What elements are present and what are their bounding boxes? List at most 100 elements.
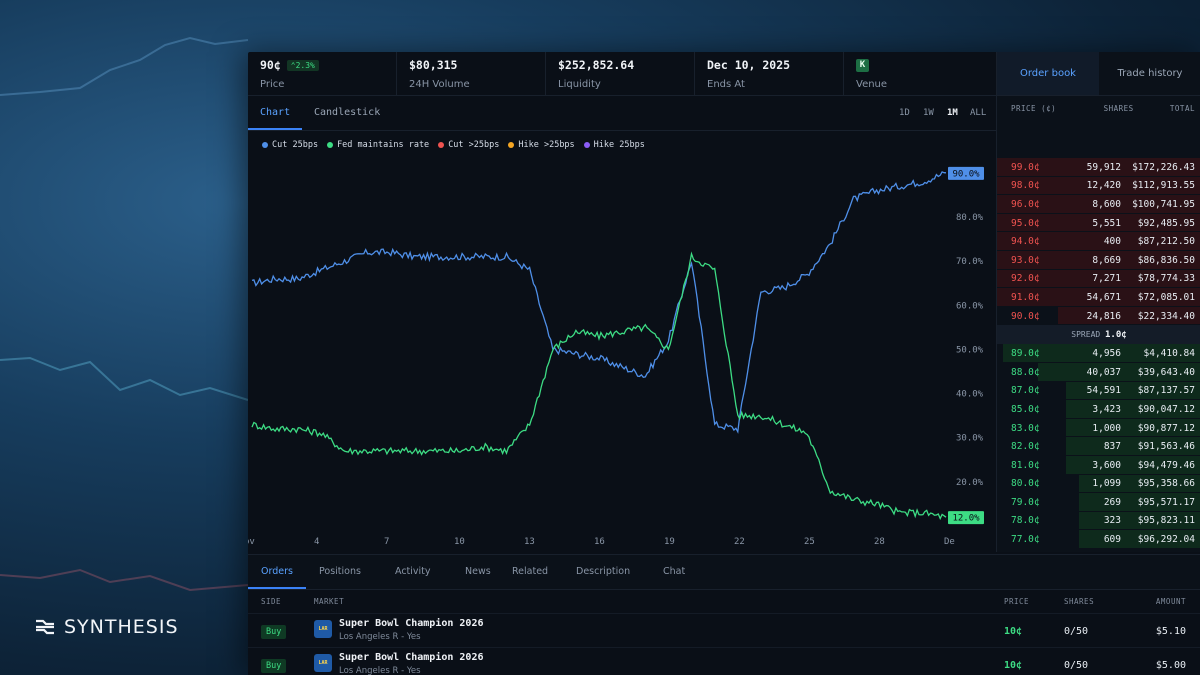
row-price: 98.0¢ xyxy=(1011,180,1040,192)
legend-label: Cut >25bps xyxy=(448,140,500,150)
range-1w[interactable]: 1W xyxy=(923,96,934,130)
row-price: 96.0¢ xyxy=(1011,198,1040,210)
stat-liquidity: $252,852.64 Liquidity xyxy=(546,52,695,95)
bid-row[interactable]: 89.0¢ 4,956 $4,410.84 xyxy=(997,344,1200,363)
market-app-window: 90¢ ⌃2.3% Price $80,315 24H Volume $252,… xyxy=(248,52,1200,675)
legend-label: Hike >25bps xyxy=(518,140,575,150)
legend-item[interactable]: Cut >25bps xyxy=(438,140,499,150)
row-total: $96,292.04 xyxy=(1137,534,1195,546)
y-tick-label: 20.0% xyxy=(956,478,984,488)
tab-chat[interactable]: Chat xyxy=(663,555,685,589)
legend-item[interactable]: Hike 25bps xyxy=(583,140,645,150)
row-total: $87,212.50 xyxy=(1137,236,1195,248)
range-1m[interactable]: 1M xyxy=(947,96,958,130)
order-book-tabs: Order book Trade history xyxy=(997,52,1200,96)
legend-item[interactable]: Fed maintains rate xyxy=(327,140,429,150)
bid-row[interactable]: 79.0¢ 269 $95,571.17 xyxy=(997,493,1200,512)
bid-row[interactable]: 81.0¢ 3,600 $94,479.46 xyxy=(997,455,1200,475)
ask-row[interactable]: 93.0¢ 8,669 $86,836.50 xyxy=(997,250,1200,270)
row-shares: 24,816 xyxy=(1086,310,1121,322)
price-value: 90¢ xyxy=(260,58,281,72)
ends-at-label: Ends At xyxy=(707,79,745,90)
row-shares: 54,591 xyxy=(1086,385,1121,397)
ask-row[interactable]: 91.0¢ 54,671 $72,085.01 xyxy=(997,288,1200,307)
header-shares: SHARES xyxy=(1103,103,1134,113)
liquidity-label: Liquidity xyxy=(558,79,601,90)
tab-trade-history[interactable]: Trade history xyxy=(1099,52,1200,95)
tab-order-book[interactable]: Order book xyxy=(997,52,1099,95)
ends-at-value: Dec 10, 2025 xyxy=(707,58,791,72)
market-name[interactable]: Super Bowl Champion 2026 xyxy=(339,652,484,663)
tab-orders[interactable]: Orders xyxy=(248,555,306,589)
tab-activity[interactable]: Activity xyxy=(395,555,431,589)
market-outcome: Los Angeles R - Yes xyxy=(339,632,421,642)
tab-news[interactable]: News xyxy=(465,555,491,589)
range-1d[interactable]: 1D xyxy=(899,96,910,130)
series-line xyxy=(251,251,947,521)
y-tick-label: 80.0% xyxy=(956,213,984,223)
row-shares: 59,912 xyxy=(1086,161,1121,173)
legend-dot-icon xyxy=(327,142,334,148)
order-price: 10¢ xyxy=(1004,626,1023,637)
ask-row[interactable]: 92.0¢ 7,271 $78,774.33 xyxy=(997,269,1200,289)
stat-ends-at: Dec 10, 2025 Ends At xyxy=(695,52,844,95)
ask-row[interactable]: 95.0¢ 5,551 $92,485.95 xyxy=(997,213,1200,233)
row-total: $172,226.43 xyxy=(1132,161,1195,173)
row-price: 81.0¢ xyxy=(1011,459,1040,471)
x-tick-label: De xyxy=(944,537,955,547)
y-tick-label: 50.0% xyxy=(956,345,984,355)
side-badge: Buy xyxy=(261,625,287,639)
side-badge: Buy xyxy=(261,659,287,673)
tab-description[interactable]: Description xyxy=(576,555,630,589)
row-price: 88.0¢ xyxy=(1011,366,1040,378)
bid-row[interactable]: 87.0¢ 54,591 $87,137.57 xyxy=(997,381,1200,401)
legend-item[interactable]: Cut 25bps xyxy=(262,140,318,150)
spread-label: SPREAD xyxy=(1071,330,1106,340)
row-total: $92,485.95 xyxy=(1137,217,1195,229)
y-tick-label: 30.0% xyxy=(956,434,984,444)
bid-row[interactable]: 80.0¢ 1,099 $95,358.66 xyxy=(997,474,1200,494)
bid-row[interactable]: 78.0¢ 323 $95,823.11 xyxy=(997,511,1200,531)
row-shares: 1,099 xyxy=(1092,478,1121,490)
x-tick-label: ov xyxy=(248,537,255,547)
ask-row[interactable]: 94.0¢ 400 $87,212.50 xyxy=(997,232,1200,251)
row-price: 82.0¢ xyxy=(1011,441,1040,453)
ask-row[interactable]: 99.0¢ 59,912 $172,226.43 xyxy=(997,158,1200,177)
x-tick-label: 7 xyxy=(384,537,389,547)
market-stats-bar: 90¢ ⌃2.3% Price $80,315 24H Volume $252,… xyxy=(248,52,996,96)
legend-item[interactable]: Hike >25bps xyxy=(508,140,575,150)
tab-chart[interactable]: Chart xyxy=(248,96,303,130)
ask-row[interactable]: 98.0¢ 12,420 $112,913.55 xyxy=(997,176,1200,196)
tab-positions[interactable]: Positions xyxy=(319,555,361,589)
ask-row[interactable]: 90.0¢ 24,816 $22,334.40 xyxy=(997,306,1200,326)
bid-row[interactable]: 82.0¢ 837 $91,563.46 xyxy=(997,437,1200,456)
row-price: 89.0¢ xyxy=(1011,348,1040,360)
stat-venue: K Venue xyxy=(844,52,993,95)
order-row[interactable]: Buy LAR Super Bowl Champion 2026 Los Ang… xyxy=(248,647,1200,675)
orders-table-header: SIDE MARKET PRICE SHARES AMOUNT xyxy=(248,589,1200,613)
bid-row[interactable]: 88.0¢ 40,037 $39,643.40 xyxy=(997,362,1200,382)
chart-tabs: Chart Candlestick 1D 1W 1M ALL xyxy=(248,96,996,131)
bid-row[interactable]: 85.0¢ 3,423 $90,047.12 xyxy=(997,400,1200,419)
row-price: 79.0¢ xyxy=(1011,496,1040,508)
row-shares: 323 xyxy=(1103,515,1121,527)
order-price: 10¢ xyxy=(1004,660,1023,671)
row-total: $72,085.01 xyxy=(1137,291,1195,303)
team-logo-icon: LAR xyxy=(314,620,332,638)
tab-related[interactable]: Related xyxy=(512,555,548,589)
row-price: 77.0¢ xyxy=(1011,534,1040,546)
synthesis-logo-icon xyxy=(36,619,54,635)
bid-row[interactable]: 77.0¢ 609 $96,292.04 xyxy=(997,530,1200,549)
order-row[interactable]: Buy LAR Super Bowl Champion 2026 Los Ang… xyxy=(248,613,1200,648)
ask-row[interactable]: 96.0¢ 8,600 $100,741.95 xyxy=(997,195,1200,214)
bid-row[interactable]: 83.0¢ 1,000 $90,877.12 xyxy=(997,418,1200,438)
row-total: $94,479.46 xyxy=(1137,459,1195,471)
venue-kalshi-icon[interactable]: K xyxy=(856,58,869,72)
stat-price: 90¢ ⌃2.3% Price xyxy=(248,52,397,95)
market-name[interactable]: Super Bowl Champion 2026 xyxy=(339,618,484,629)
order-amount: $5.00 xyxy=(1155,660,1186,671)
x-tick-label: 16 xyxy=(594,537,605,547)
liquidity-value: $252,852.64 xyxy=(558,58,635,72)
range-all[interactable]: ALL xyxy=(970,96,986,130)
tab-candlestick[interactable]: Candlestick xyxy=(302,96,392,130)
